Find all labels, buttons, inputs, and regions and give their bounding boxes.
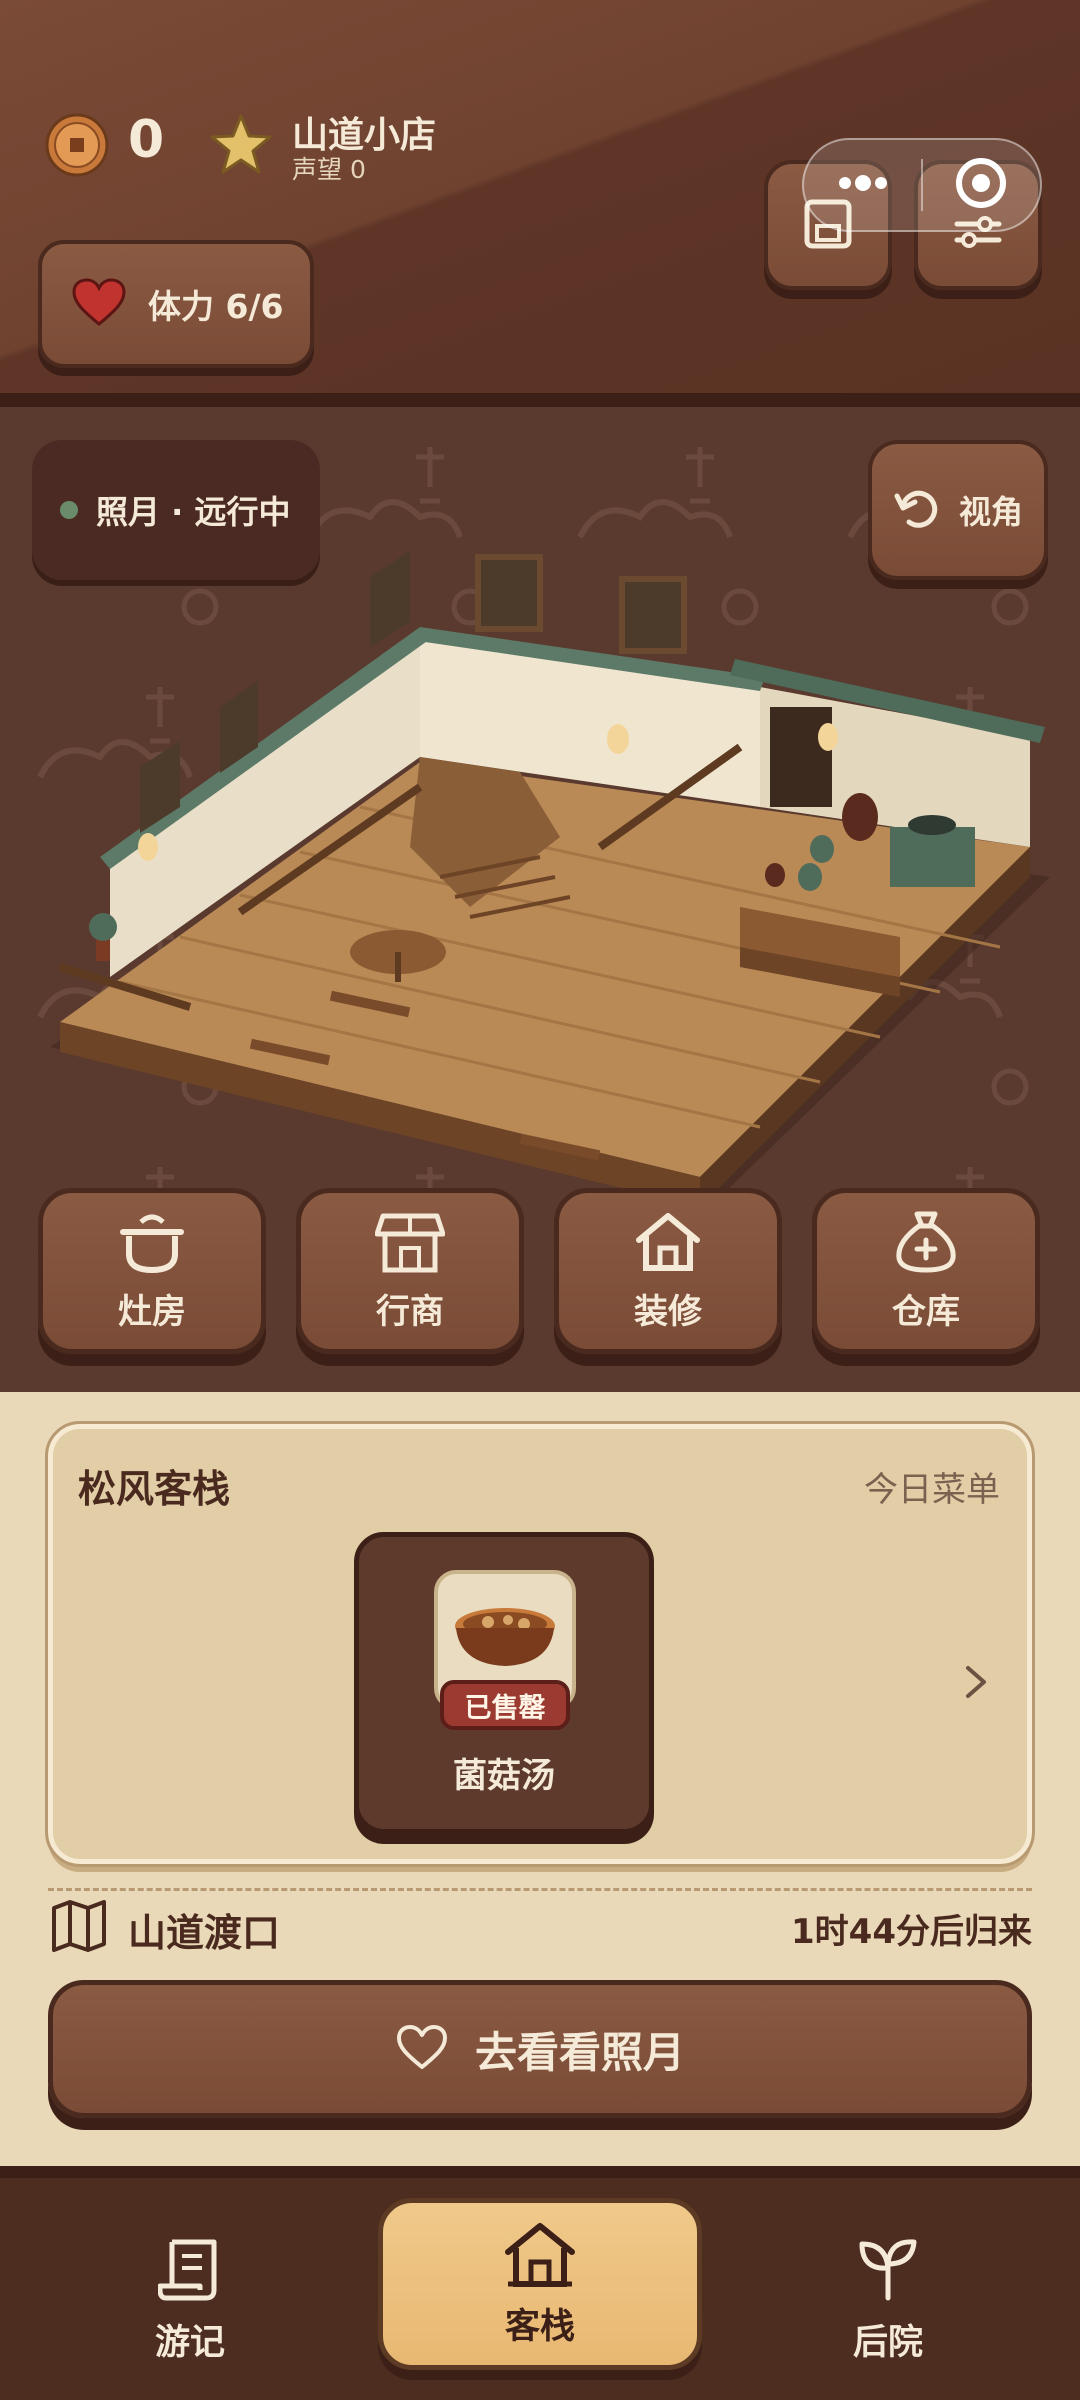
stamina-panel[interactable]: 体力 6/6: [38, 240, 314, 368]
tab-backyard-label: 后院: [852, 2323, 923, 2363]
stamina-label: 体力 6/6: [148, 287, 284, 326]
trip-location: 山道渡口: [128, 1911, 281, 1955]
visit-companion-button[interactable]: 去看看照月: [48, 1980, 1032, 2118]
storage-button[interactable]: 仓库: [812, 1188, 1040, 1354]
home-icon: [633, 1210, 703, 1278]
kitchen-button[interactable]: 灶房: [38, 1188, 266, 1354]
heart-icon: [72, 278, 126, 330]
bag-icon: [891, 1210, 961, 1278]
kitchen-label: 灶房: [118, 1291, 186, 1332]
chevron-right-icon[interactable]: [962, 1662, 990, 1706]
tab-backyard[interactable]: 后院: [788, 2236, 988, 2376]
sprout-icon: [856, 2236, 920, 2306]
view-angle-label: 视角: [958, 493, 1023, 531]
view-angle-button[interactable]: 视角: [868, 440, 1048, 580]
miniprogram-capsule: [802, 138, 1042, 232]
scroll-icon: [157, 2236, 222, 2306]
merchant-button[interactable]: 行商: [296, 1188, 524, 1354]
star-icon: [208, 112, 274, 178]
nav-divider: [0, 2166, 1080, 2178]
shop-icon: [374, 1210, 446, 1278]
tab-journal[interactable]: 游记: [90, 2236, 290, 2376]
storage-label: 仓库: [892, 1291, 960, 1332]
tab-inn[interactable]: 客栈: [378, 2198, 702, 2370]
menu-label: 今日菜单: [864, 1470, 1000, 1510]
return-time: 1时44分后归来: [791, 1912, 1032, 1952]
coin-count: 0: [128, 110, 165, 170]
tab-journal-label: 游记: [154, 2323, 225, 2363]
decorate-button[interactable]: 装修: [554, 1188, 782, 1354]
heart-outline-icon: [395, 2023, 449, 2075]
decorate-label: 装修: [634, 1291, 702, 1332]
more-icon: [833, 173, 893, 197]
status-dot: [60, 501, 78, 519]
section-divider: [48, 1888, 1032, 1891]
visit-label: 去看看照月: [474, 2027, 685, 2077]
status-label: 照月 · 远行中: [96, 493, 291, 531]
hud-divider: [0, 393, 1080, 407]
coin-icon: [44, 112, 110, 178]
dish-name: 菌菇汤: [453, 1756, 555, 1796]
merchant-label: 行商: [376, 1291, 444, 1332]
more-button[interactable]: [804, 140, 921, 230]
close-miniprogram-button[interactable]: [923, 140, 1040, 230]
map-icon: [50, 1898, 108, 1958]
pot-icon: [117, 1210, 187, 1278]
inn-name: 松风客栈: [78, 1467, 231, 1511]
tab-inn-label: 客栈: [504, 2306, 575, 2347]
companion-status: 照月 · 远行中: [32, 440, 320, 580]
sold-out-badge: 已售罄: [440, 1680, 570, 1730]
inn-icon: [504, 2220, 576, 2294]
fame-label: 声望 0: [292, 155, 366, 184]
target-icon: [954, 156, 1008, 214]
rotate-icon: [893, 484, 941, 536]
